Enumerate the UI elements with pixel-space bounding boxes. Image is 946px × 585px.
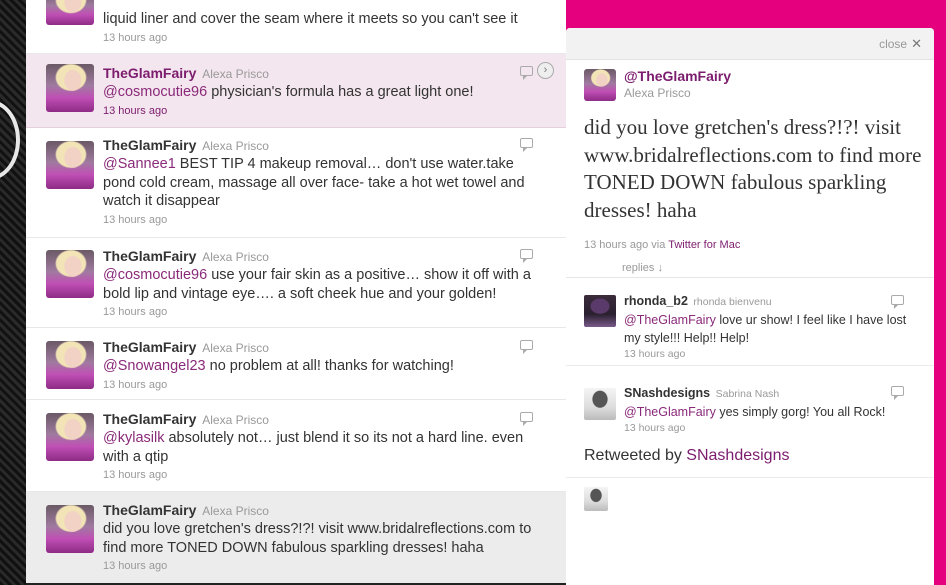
tweet-text: liquid liner and cover the seam where it… [103, 11, 518, 27]
reply-icon[interactable] [891, 295, 904, 309]
tweet-text: @kylasilk absolutely not… just blend it … [103, 430, 524, 465]
tweet[interactable]: TheGlamFairy Alexa Prisco @Sannee1 BEST … [26, 128, 566, 238]
close-icon[interactable]: ✕ [911, 36, 922, 51]
tweet[interactable]: TheGlamFairy Alexa Prisco @cosmocutie96 … [26, 54, 566, 128]
mention-link[interactable]: @Sannee1 [103, 156, 176, 172]
tweet-text: did you love gretchen's dress?!?! visit … [103, 521, 532, 556]
avatar[interactable] [46, 413, 94, 461]
reply-screen-name[interactable]: SNashdesigns [624, 386, 710, 400]
reply-full-name: Sabrina Nash [715, 388, 780, 400]
tweet-selected[interactable]: TheGlamFairy Alexa Prisco did you love g… [26, 492, 566, 584]
tweet-time[interactable]: 13 hours ago [103, 212, 550, 228]
mention-link[interactable]: @TheGlamFairy [624, 313, 716, 327]
reply-screen-name[interactable]: rhonda_b2 [624, 294, 688, 308]
avatar[interactable] [584, 295, 616, 327]
details-tweet-text: did you love gretchen's dress?!?! visit … [584, 115, 922, 222]
divider [566, 477, 934, 478]
via-app-link[interactable]: Twitter for Mac [668, 239, 740, 251]
reply-item[interactable]: rhonda_b2 rhonda bienvenu @TheGlamFairy … [566, 280, 934, 366]
background-left [0, 0, 26, 585]
timeline[interactable]: liquid liner and cover the seam where it… [26, 0, 566, 585]
details-full-name: Alexa Prisco [624, 86, 691, 100]
tweet-text: @Sannee1 BEST TIP 4 makeup removal… don'… [103, 156, 525, 209]
tweet-screen-name[interactable]: TheGlamFairy [103, 137, 196, 153]
reply-icon[interactable] [520, 138, 533, 152]
tweet[interactable]: TheGlamFairy Alexa Prisco @Snowangel23 n… [26, 328, 566, 400]
reply-icon[interactable] [891, 386, 904, 400]
retweeted-by: Retweeted by SNashdesigns [584, 447, 789, 465]
reply-time[interactable]: 13 hours ago [624, 421, 914, 436]
tweet-text: @Snowangel23 no problem at all! thanks f… [103, 358, 454, 374]
tweet[interactable]: liquid liner and cover the seam where it… [26, 0, 566, 54]
mention-link[interactable]: @Snowangel23 [103, 358, 206, 374]
tweet-full-name: Alexa Prisco [202, 504, 269, 518]
retweeter-avatar[interactable] [584, 487, 608, 511]
tweet-full-name: Alexa Prisco [202, 341, 269, 355]
tweet-full-name: Alexa Prisco [202, 250, 269, 264]
tweet-time[interactable]: 13 hours ago [103, 377, 550, 393]
tweet-time[interactable]: 13 hours ago [103, 558, 550, 574]
close-button[interactable]: close ✕ [879, 36, 922, 52]
retweeted-by-link[interactable]: SNashdesigns [686, 447, 789, 464]
tweet-screen-name[interactable]: TheGlamFairy [103, 65, 196, 81]
details-time[interactable]: 13 hours ago [584, 239, 648, 251]
mention-link[interactable]: @cosmocutie96 [103, 267, 207, 283]
tweet[interactable]: TheGlamFairy Alexa Prisco @kylasilk abso… [26, 400, 566, 492]
tweet[interactable]: TheGlamFairy Alexa Prisco @cosmocutie96 … [26, 238, 566, 328]
avatar[interactable] [46, 64, 94, 112]
avatar[interactable] [46, 141, 94, 189]
tweet-text: @cosmocutie96 use your fair skin as a po… [103, 267, 531, 302]
open-details-arrow-icon[interactable]: › [537, 62, 554, 79]
tweet-screen-name[interactable]: TheGlamFairy [103, 248, 196, 264]
reply-icon[interactable] [520, 412, 533, 426]
tweet-screen-name[interactable]: TheGlamFairy [103, 339, 196, 355]
avatar[interactable] [584, 69, 616, 101]
via-prefix: via [651, 239, 666, 251]
reply-time[interactable]: 13 hours ago [624, 347, 914, 362]
reply-text: @TheGlamFairy love ur show! I feel like … [624, 313, 907, 345]
tweet-screen-name[interactable]: TheGlamFairy [103, 411, 196, 427]
reply-full-name: rhonda bienvenu [693, 296, 772, 308]
mention-link[interactable]: @cosmocutie96 [103, 84, 207, 100]
tweet-full-name: Alexa Prisco [202, 67, 269, 81]
details-handle[interactable]: @TheGlamFairy [624, 68, 731, 84]
tweet-time[interactable]: 13 hours ago [103, 467, 550, 483]
tweet-full-name: Alexa Prisco [202, 139, 269, 153]
avatar[interactable] [584, 388, 616, 420]
mention-link[interactable]: @kylasilk [103, 430, 164, 446]
tweet-full-name: Alexa Prisco [202, 413, 269, 427]
reply-text: @TheGlamFairy yes simply gorg! You all R… [624, 405, 886, 419]
retweeted-prefix: Retweeted by [584, 447, 682, 464]
avatar[interactable] [46, 0, 94, 25]
tweet-time[interactable]: 13 hours ago [103, 103, 550, 119]
details-topbar: close ✕ [566, 28, 934, 60]
reply-icon[interactable] [520, 66, 533, 80]
tweet-time[interactable]: 13 hours ago [103, 30, 550, 46]
reply-icon[interactable] [520, 340, 533, 354]
avatar[interactable] [46, 250, 94, 298]
reply-item[interactable]: SNashdesigns Sabrina Nash @TheGlamFairy … [566, 366, 934, 440]
details-meta: 13 hours ago via Twitter for Mac [584, 239, 740, 251]
replies-label[interactable]: replies ↓ [616, 262, 669, 274]
avatar[interactable] [46, 341, 94, 389]
tweet-details-pane: close ✕ @TheGlamFairy Alexa Prisco did yo… [566, 28, 934, 585]
tweet-time[interactable]: 13 hours ago [103, 304, 550, 320]
close-label[interactable]: close [879, 37, 907, 51]
tweet-screen-name[interactable]: TheGlamFairy [103, 502, 196, 518]
reply-icon[interactable] [520, 249, 533, 263]
replies-divider: replies ↓ [566, 262, 934, 278]
avatar[interactable] [46, 505, 94, 553]
mention-link[interactable]: @TheGlamFairy [624, 405, 716, 419]
tweet-text: @cosmocutie96 physician's formula has a … [103, 84, 474, 100]
